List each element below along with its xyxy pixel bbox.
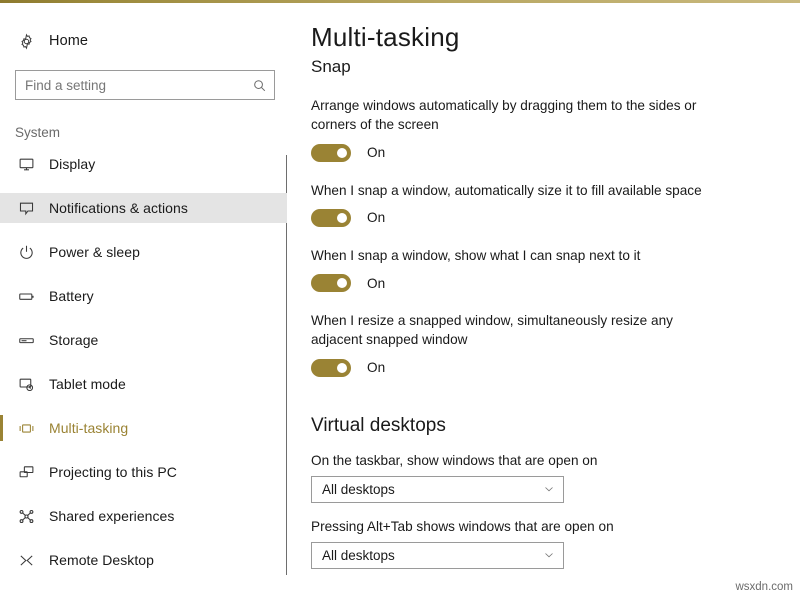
remote-desktop-icon <box>15 549 37 571</box>
chevron-down-icon[interactable] <box>542 549 555 562</box>
setting-description: Arrange windows automatically by draggin… <box>311 98 697 133</box>
setting-description: When I resize a snapped window, simultan… <box>311 313 673 348</box>
watermark: wsxdn.com <box>735 581 793 593</box>
toggle-arrange-windows[interactable] <box>311 143 351 162</box>
sidebar-item-label: Battery <box>49 288 94 304</box>
setting-arrange-windows: Arrange windows automatically by draggin… <box>311 96 800 162</box>
setting-description: When I snap a window, automatically size… <box>311 182 702 198</box>
sidebar: Home System Displ <box>0 3 287 598</box>
sidebar-item-storage[interactable]: Storage <box>0 325 287 355</box>
speech-bubble-icon <box>15 197 37 219</box>
setting-show-snap-suggestions: When I snap a window, show what I can sn… <box>311 246 800 293</box>
battery-icon <box>15 285 37 307</box>
sidebar-item-battery[interactable]: Battery <box>0 281 287 311</box>
setting-simultaneous-resize: When I resize a snapped window, simultan… <box>311 311 800 377</box>
virtual-desktops-heading: Virtual desktops <box>311 414 446 436</box>
toggle-row: On <box>311 358 800 377</box>
toggle-row: On <box>311 143 800 162</box>
dropdown-value: All desktops <box>322 547 395 563</box>
share-icon <box>15 505 37 527</box>
sidebar-item-display[interactable]: Display <box>0 149 287 179</box>
toggle-state-label: On <box>367 210 386 226</box>
snap-section-heading: Snap <box>311 57 351 76</box>
multitask-icon <box>15 417 37 439</box>
sidebar-nav: Display Notifications & actions Power & … <box>0 149 287 575</box>
sidebar-item-label: Multi-tasking <box>49 420 129 436</box>
toggle-show-snap-suggestions[interactable] <box>311 274 351 293</box>
search-icon[interactable] <box>251 77 267 93</box>
dropdown-value: All desktops <box>322 481 395 497</box>
sidebar-home-label: Home <box>49 33 89 49</box>
monitor-icon <box>15 153 37 175</box>
sidebar-item-label: Notifications & actions <box>49 200 188 216</box>
search-input[interactable] <box>16 71 274 99</box>
toggle-row: On <box>311 274 800 293</box>
setting-auto-size-snap: When I snap a window, automatically size… <box>311 181 800 227</box>
setting-description: When I snap a window, show what I can sn… <box>311 247 641 263</box>
virtual-desktop-taskbar-option: On the taskbar, show windows that are op… <box>311 453 800 503</box>
gear-icon <box>15 30 37 52</box>
power-icon <box>15 241 37 263</box>
chevron-down-icon[interactable] <box>542 483 555 496</box>
page-title: Multi-tasking <box>311 22 460 52</box>
sidebar-item-notifications-and-actions[interactable]: Notifications & actions <box>0 193 287 223</box>
sidebar-item-shared-experiences[interactable]: Shared experiences <box>0 501 287 531</box>
sidebar-item-projecting-to-this-pc[interactable]: Projecting to this PC <box>0 457 287 487</box>
sidebar-item-power-and-sleep[interactable]: Power & sleep <box>0 237 287 267</box>
sidebar-item-remote-desktop[interactable]: Remote Desktop <box>0 545 287 575</box>
toggle-state-label: On <box>367 360 386 376</box>
search-box[interactable] <box>15 70 275 100</box>
settings-window: Home System Displ <box>0 3 800 598</box>
toggle-knob <box>337 362 347 373</box>
dropdown-alttab-show-windows[interactable]: All desktops <box>311 541 564 569</box>
option-label: Pressing Alt+Tab shows windows that are … <box>311 518 614 534</box>
toggle-knob <box>337 147 347 158</box>
toggle-auto-size-snap[interactable] <box>311 208 351 227</box>
storage-icon <box>15 329 37 351</box>
toggle-knob <box>337 212 347 223</box>
toggle-state-label: On <box>367 275 386 291</box>
tablet-icon <box>15 373 37 395</box>
dropdown-taskbar-show-windows[interactable]: All desktops <box>311 475 564 503</box>
sidebar-item-label: Shared experiences <box>49 508 175 524</box>
sidebar-item-label: Power & sleep <box>49 244 140 260</box>
project-icon <box>15 461 37 483</box>
toggle-simultaneous-resize[interactable] <box>311 358 351 377</box>
sidebar-item-multi-tasking[interactable]: Multi-tasking <box>0 413 287 443</box>
sidebar-item-label: Projecting to this PC <box>49 464 177 480</box>
toggle-row: On <box>311 208 800 227</box>
sidebar-item-tablet-mode[interactable]: Tablet mode <box>0 369 287 399</box>
toggle-knob <box>337 278 347 289</box>
virtual-desktop-alttab-option: Pressing Alt+Tab shows windows that are … <box>311 519 800 569</box>
sidebar-item-label: Remote Desktop <box>49 552 154 568</box>
toggle-state-label: On <box>367 145 386 161</box>
main-content: Multi-tasking Snap Arrange windows autom… <box>287 3 800 598</box>
sidebar-item-label: Display <box>49 156 96 172</box>
sidebar-item-label: Tablet mode <box>49 376 126 392</box>
sidebar-item-label: Storage <box>49 332 99 348</box>
option-label: On the taskbar, show windows that are op… <box>311 452 598 468</box>
sidebar-item-home[interactable]: Home <box>0 24 287 58</box>
sidebar-section-label: System <box>15 125 61 140</box>
